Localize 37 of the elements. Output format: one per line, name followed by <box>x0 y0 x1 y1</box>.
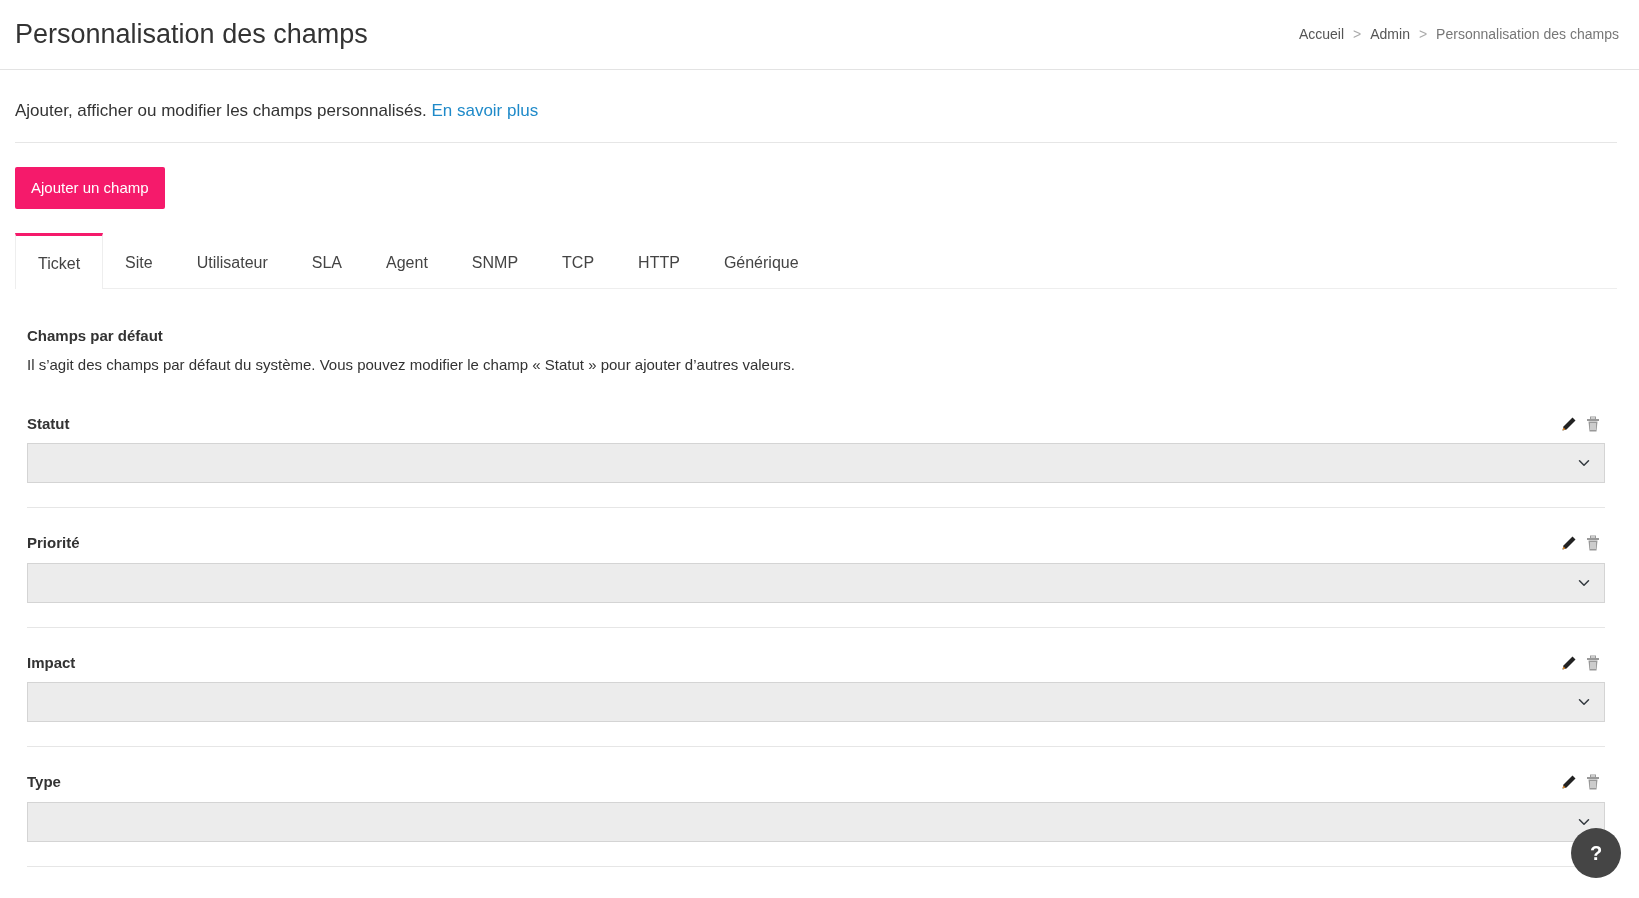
breadcrumb-separator: > <box>1353 25 1362 44</box>
trash-icon[interactable] <box>1585 774 1601 791</box>
tab[interactable]: Générique <box>701 233 821 288</box>
pencil-icon[interactable] <box>1561 774 1577 791</box>
tab[interactable]: Ticket <box>15 233 104 289</box>
tab[interactable]: SNMP <box>449 233 541 288</box>
field-label: Statut <box>27 413 70 434</box>
field-label: Type <box>27 772 61 792</box>
breadcrumb-link[interactable]: Accueil <box>1298 24 1345 45</box>
breadcrumb-separator: > <box>1418 25 1428 44</box>
learn-more-link[interactable]: En savoir plus <box>431 101 539 120</box>
section-title: Champs par défaut <box>27 327 164 345</box>
section-description: Il s’agit des champs par défaut du système. Vous pouvez modifier le champ « Statut » pour ajouter d’autres valeurs. <box>27 355 796 375</box>
dropdown-field[interactable] <box>27 801 1605 842</box>
tab[interactable]: Site <box>103 233 175 288</box>
dropdown-field[interactable] <box>27 443 1605 483</box>
tab[interactable]: Agent <box>364 233 450 288</box>
dropdown-field[interactable] <box>27 562 1605 603</box>
add-field-button[interactable]: Ajouter un champ <box>15 166 165 209</box>
tab[interactable]: HTTP <box>616 233 702 288</box>
tab[interactable]: Utilisateur <box>174 233 290 288</box>
tab[interactable]: SLA <box>289 233 365 288</box>
intro-text: Ajouter, afficher ou modifier les champs personnalisés. En savoir plus <box>15 70 1617 143</box>
tab[interactable]: TCP <box>540 233 617 288</box>
dropdown-field[interactable] <box>27 682 1605 722</box>
pencil-icon[interactable] <box>1561 535 1577 552</box>
pencil-icon[interactable] <box>1561 415 1577 432</box>
help-button[interactable]: ? <box>1571 828 1621 878</box>
field-label: Priorité <box>27 533 80 553</box>
trash-icon[interactable] <box>1585 415 1601 432</box>
breadcrumb-current: Personnalisation des champs <box>1436 25 1619 44</box>
trash-icon[interactable] <box>1585 654 1601 671</box>
pencil-icon[interactable] <box>1561 654 1577 671</box>
page-title: Personnalisation des champs <box>15 18 368 51</box>
trash-icon[interactable] <box>1585 535 1601 552</box>
breadcrumb-link[interactable]: Admin <box>1370 24 1410 45</box>
field-label: Impact <box>27 652 76 673</box>
